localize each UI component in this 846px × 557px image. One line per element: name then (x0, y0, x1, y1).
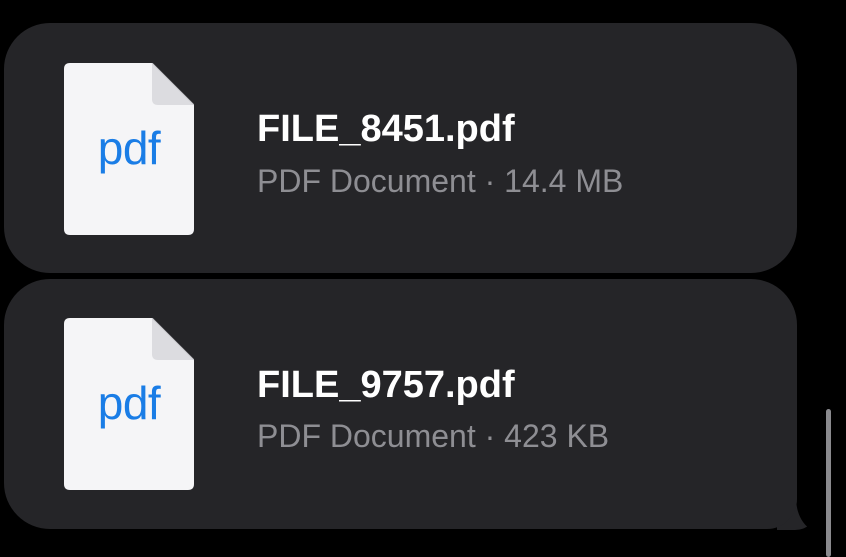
pdf-icon-label: pdf (97, 377, 161, 429)
pdf-icon-label: pdf (97, 122, 161, 174)
bubble-tail-cutout (796, 470, 842, 532)
scrollbar[interactable] (826, 409, 831, 557)
file-name: FILE_9757.pdf (257, 364, 515, 406)
pdf-document-icon: pdf (64, 63, 194, 235)
attachment-bubble-2[interactable]: pdf FILE_9757.pdf PDF Document · 423 KB (4, 279, 797, 529)
message-thread: pdf FILE_8451.pdf PDF Document · 14.4 MB… (0, 0, 846, 557)
file-name: FILE_8451.pdf (257, 108, 515, 150)
attachment-bubble-1[interactable]: pdf FILE_8451.pdf PDF Document · 14.4 MB (4, 23, 797, 273)
file-meta: PDF Document · 14.4 MB (257, 163, 624, 199)
pdf-document-icon: pdf (64, 318, 194, 490)
file-meta: PDF Document · 423 KB (257, 418, 610, 454)
